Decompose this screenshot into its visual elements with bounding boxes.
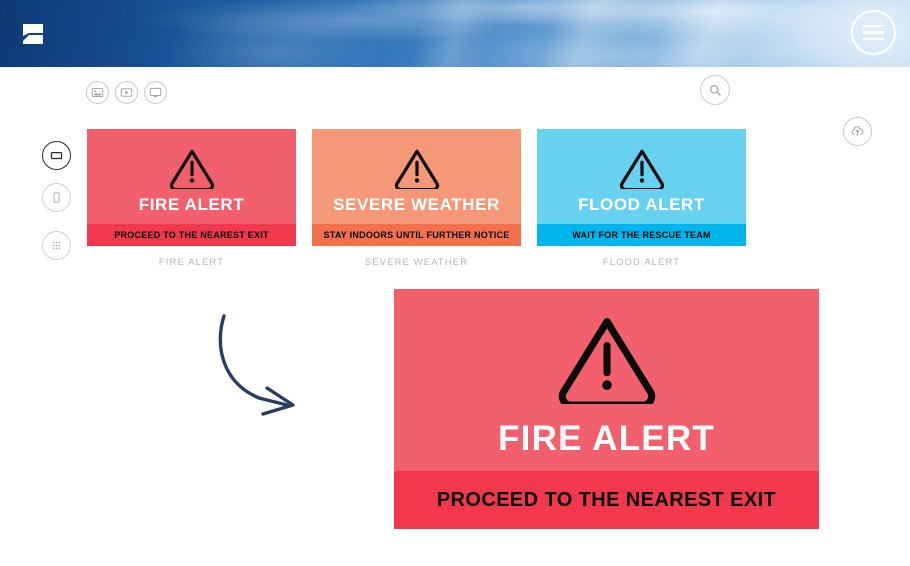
screen-icon[interactable]: [144, 81, 167, 104]
curved-arrow: [205, 310, 315, 420]
hamburger-line: [863, 31, 884, 34]
card-caption: FIRE ALERT: [158, 257, 225, 268]
sidebar-item-apps-grid[interactable]: [42, 231, 71, 260]
image-icon[interactable]: [86, 81, 109, 104]
preview-title: FIRE ALERT: [498, 419, 715, 458]
alert-preview-panel[interactable]: FIRE ALERT PROCEED TO THE NEAREST EXIT: [394, 289, 819, 529]
preview-message-banner: PROCEED TO THE NEAREST EXIT: [394, 471, 819, 529]
alert-template-strip: FIRE ALERT PROCEED TO THE NEAREST EXIT F…: [87, 129, 746, 268]
search-icon[interactable]: [700, 75, 730, 105]
card-preview[interactable]: SEVERE WEATHER STAY INDOORS UNTIL FURTHE…: [312, 129, 521, 246]
left-sidebar: [42, 141, 71, 273]
sky-streaks: [0, 0, 910, 67]
card-caption: FLOOD ALERT: [602, 257, 681, 268]
alert-card-flood[interactable]: FLOOD ALERT WAIT FOR THE RESCUE TEAM FLO…: [537, 129, 746, 268]
card-body: SEVERE WEATHER: [312, 129, 521, 224]
card-message-banner: WAIT FOR THE RESCUE TEAM: [537, 224, 746, 246]
card-caption: SEVERE WEATHER: [364, 257, 469, 268]
alert-card-fire[interactable]: FIRE ALERT PROCEED TO THE NEAREST EXIT F…: [87, 129, 296, 268]
sidebar-item-layout-portrait[interactable]: [42, 183, 71, 212]
header-banner: [0, 0, 910, 67]
app-logo-icon[interactable]: [19, 20, 47, 48]
hamburger-line: [863, 24, 884, 28]
card-title: FLOOD ALERT: [578, 194, 705, 214]
warning-triangle-icon: [169, 147, 215, 194]
app-root: FIRE ALERT PROCEED TO THE NEAREST EXIT F…: [0, 0, 910, 566]
toolbar: [0, 78, 910, 112]
card-title: SEVERE WEATHER: [333, 194, 500, 214]
card-message-banner: STAY INDOORS UNTIL FURTHER NOTICE: [312, 224, 521, 246]
card-message-banner: PROCEED TO THE NEAREST EXIT: [87, 224, 296, 246]
hamburger-line: [863, 37, 884, 41]
preview-body: FIRE ALERT: [394, 289, 819, 471]
alert-card-severe-weather[interactable]: SEVERE WEATHER STAY INDOORS UNTIL FURTHE…: [312, 129, 521, 268]
card-preview[interactable]: FLOOD ALERT WAIT FOR THE RESCUE TEAM: [537, 129, 746, 246]
card-body: FLOOD ALERT: [537, 129, 746, 224]
warning-triangle-icon: [619, 147, 665, 194]
warning-triangle-icon: [557, 312, 657, 409]
card-title: FIRE ALERT: [138, 194, 245, 214]
cloud-upload-icon[interactable]: [843, 117, 872, 146]
card-preview[interactable]: FIRE ALERT PROCEED TO THE NEAREST EXIT: [87, 129, 296, 246]
warning-triangle-icon: [394, 147, 440, 194]
video-icon[interactable]: [115, 81, 138, 104]
hamburger-menu-icon[interactable]: [851, 10, 896, 55]
sidebar-item-layout-landscape[interactable]: [42, 141, 71, 170]
media-type-icons: [86, 81, 167, 104]
card-body: FIRE ALERT: [87, 129, 296, 224]
